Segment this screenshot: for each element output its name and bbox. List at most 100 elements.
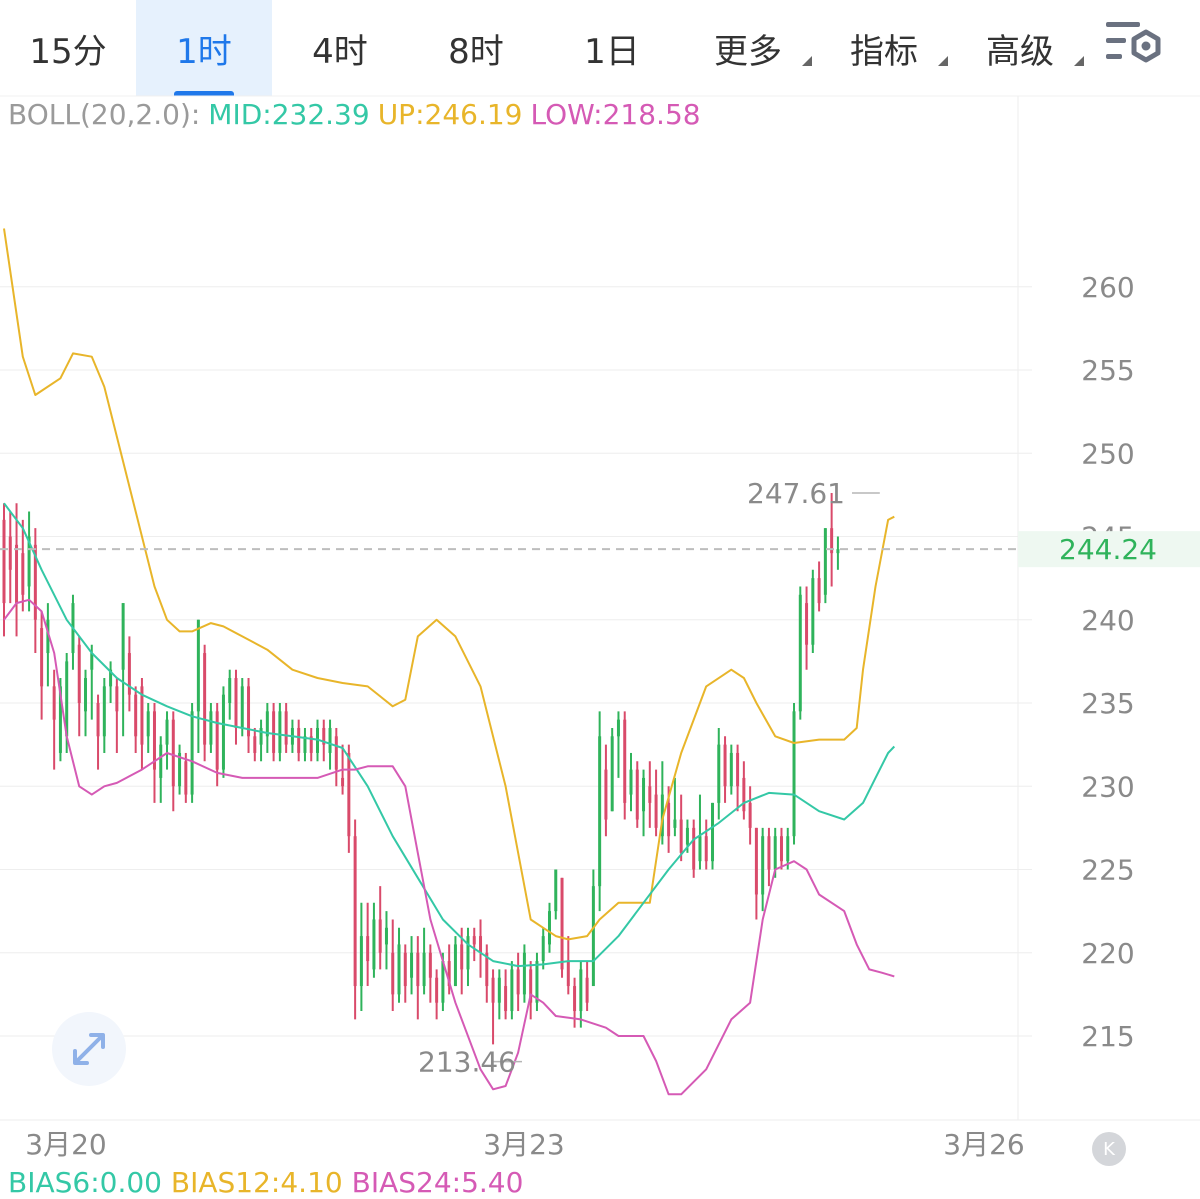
- candle-body: [504, 986, 508, 1012]
- candle-body: [616, 719, 620, 737]
- candle-body: [259, 727, 263, 745]
- candle-body: [610, 736, 614, 812]
- candle-body: [102, 686, 106, 737]
- candle-body: [184, 761, 188, 795]
- candle-body: [679, 819, 683, 853]
- candlestick-chart[interactable]: 2152202252302352402452502552603月203月233月…: [0, 0, 1200, 1178]
- y-tick-label: 225: [1081, 854, 1134, 887]
- candle-body: [234, 678, 238, 728]
- candle-body: [779, 836, 783, 862]
- candle-body: [165, 719, 169, 745]
- candle-body: [648, 786, 652, 803]
- candle-body: [566, 961, 570, 987]
- candle-body: [21, 553, 25, 595]
- expand-icon: [73, 1033, 105, 1065]
- candle-body: [146, 711, 150, 737]
- scroll-to-latest-button[interactable]: K: [1092, 1132, 1126, 1166]
- candle-body: [472, 936, 476, 945]
- candle-body: [2, 519, 6, 604]
- candle-body: [435, 977, 439, 1003]
- candle-body: [516, 969, 520, 995]
- candle-body: [798, 594, 802, 712]
- candle-body: [698, 836, 702, 862]
- candle-body: [209, 711, 213, 745]
- candle-body: [190, 711, 194, 795]
- candle-body: [228, 678, 232, 703]
- candle-body: [372, 919, 376, 970]
- min-price-label: 213.46: [418, 1046, 516, 1079]
- candle-body: [629, 769, 633, 795]
- candle-body: [90, 653, 94, 670]
- candle-body: [272, 711, 276, 753]
- candle-body: [579, 969, 583, 1012]
- candle-body: [428, 952, 432, 978]
- bias12-value: BIAS12:4.10: [170, 1166, 343, 1199]
- bias-indicator-legend: BIAS6:0.00 BIAS12:4.10 BIAS24:5.40: [8, 1166, 523, 1199]
- candle-body: [654, 794, 658, 828]
- candle-body: [328, 727, 332, 753]
- candle-body: [817, 578, 821, 604]
- boll-upper-line: [3, 228, 895, 941]
- boll-mid-line: [3, 502, 896, 968]
- candle-body: [410, 952, 414, 978]
- candle-body: [736, 752, 740, 787]
- candle-body: [341, 777, 345, 787]
- candle-body: [585, 977, 589, 1003]
- current-price-label: 244.24: [1059, 533, 1157, 566]
- candle-body: [522, 952, 526, 995]
- candle-body: [510, 969, 514, 1012]
- x-tick-label: 3月20: [25, 1128, 106, 1161]
- candle-body: [729, 752, 733, 787]
- candle-body: [604, 769, 608, 820]
- x-tick-label: 3月26: [943, 1128, 1024, 1161]
- candle-body: [127, 653, 131, 695]
- candle-body: [767, 836, 771, 870]
- candle-body: [623, 719, 627, 803]
- candle-body: [598, 736, 602, 887]
- candle-body: [642, 777, 646, 812]
- candle-body: [77, 644, 81, 703]
- candle-body: [535, 961, 539, 1003]
- y-tick-label: 235: [1081, 687, 1134, 720]
- candle-body: [416, 952, 420, 987]
- candle-body: [748, 802, 752, 828]
- expand-chart-button[interactable]: [52, 1012, 126, 1086]
- y-tick-label: 215: [1081, 1020, 1134, 1053]
- candle-body: [717, 744, 721, 803]
- candle-body: [221, 694, 225, 770]
- candle-body: [761, 836, 765, 895]
- candle-body: [491, 977, 495, 1003]
- y-tick-label: 250: [1081, 437, 1134, 470]
- bias6-value: BIAS6:0.00: [8, 1166, 162, 1199]
- candle-body: [704, 836, 708, 862]
- candle-body: [347, 752, 351, 837]
- candle-body: [297, 727, 301, 753]
- candle-body: [159, 744, 163, 778]
- candle-body: [479, 936, 483, 953]
- candle-body: [466, 936, 470, 970]
- boll-lower-line: [3, 598, 895, 1096]
- candle-body: [711, 802, 715, 862]
- candle-body: [453, 944, 457, 987]
- candle-body: [391, 952, 395, 995]
- candle-body: [84, 678, 88, 712]
- candle-body: [792, 711, 796, 837]
- candle-body: [96, 703, 100, 737]
- candle-body: [278, 711, 282, 753]
- candle-body: [115, 686, 119, 712]
- candle-body: [422, 952, 426, 987]
- candle-body: [403, 952, 407, 987]
- candle-body: [284, 711, 288, 745]
- max-price-label: 247.61: [747, 477, 845, 510]
- candle-body: [723, 744, 727, 787]
- candle-body: [196, 619, 200, 712]
- candle-body: [667, 802, 671, 837]
- bias24-value: BIAS24:5.40: [351, 1166, 524, 1199]
- x-tick-label: 3月23: [483, 1128, 564, 1161]
- candle-body: [497, 977, 501, 1003]
- candle-body: [171, 719, 175, 787]
- candle-body: [635, 769, 639, 820]
- candle-body: [560, 877, 564, 970]
- candle-body: [836, 549, 840, 554]
- candle-body: [203, 653, 207, 745]
